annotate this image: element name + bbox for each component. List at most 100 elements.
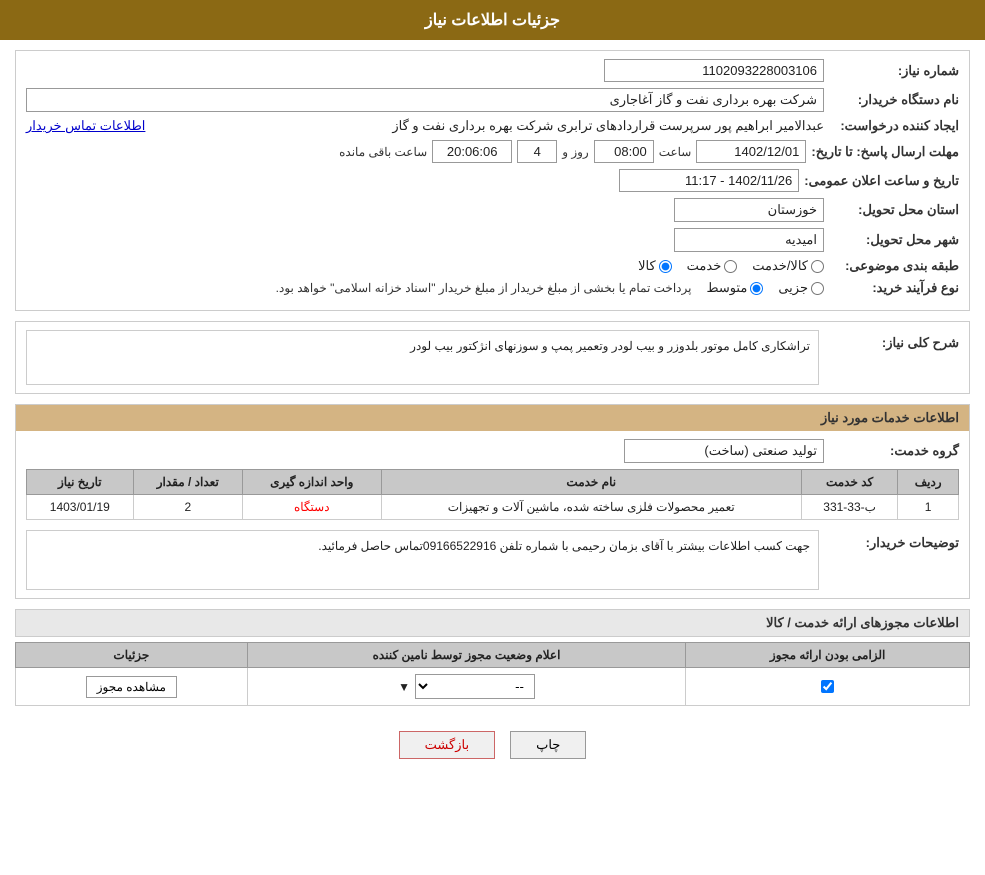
col-name: نام خدمت <box>381 470 801 495</box>
buyer-dept-label: نام دستگاه خریدار: <box>829 92 959 108</box>
page-title: جزئیات اطلاعات نیاز <box>425 12 560 29</box>
purchase-type-option-motevaset[interactable]: متوسط <box>706 280 763 296</box>
col-date: تاریخ نیاز <box>27 470 134 495</box>
requester-contact-link[interactable]: اطلاعات تماس خریدار <box>26 118 145 134</box>
city-row: شهر محل تحویل: امیدیه <box>26 228 959 252</box>
description-label: شرح کلی نیاز: <box>829 330 959 351</box>
col-unit: واحد اندازه گیری <box>242 470 381 495</box>
deadline-remaining-label: ساعت باقی مانده <box>339 145 427 159</box>
announcement-label: تاریخ و ساعت اعلان عمومی: <box>804 173 959 189</box>
row-code: ب-33-331 <box>801 495 897 520</box>
buyer-dept-row: نام دستگاه خریدار: شرکت بهره برداری نفت … <box>26 88 959 112</box>
permit-row: -- ▼ مشاهده مجوز <box>16 668 970 706</box>
requester-row: ایجاد کننده درخواست: عبدالامیر ابراهیم پ… <box>26 118 959 134</box>
category-option-kala-khedmat[interactable]: کالا/خدمت <box>752 258 824 274</box>
main-content: شماره نیاز: 1102093228003106 نام دستگاه … <box>0 40 985 789</box>
need-number-value: 1102093228003106 <box>604 59 824 82</box>
permit-required-cell <box>686 668 970 706</box>
service-group-label: گروه خدمت: <box>829 443 959 459</box>
footer-buttons: چاپ بازگشت <box>15 716 970 779</box>
services-table: ردیف کد خدمت نام خدمت واحد اندازه گیری ت… <box>26 469 959 520</box>
description-body: شرح کلی نیاز: تراشکاری کامل موتور بلدوزر… <box>16 322 969 393</box>
row-unit: دستگاه <box>242 495 381 520</box>
main-info-body: شماره نیاز: 1102093228003106 نام دستگاه … <box>16 51 969 310</box>
permit-status-select[interactable]: -- <box>415 674 535 699</box>
description-card: شرح کلی نیاز: تراشکاری کامل موتور بلدوزر… <box>15 321 970 394</box>
category-label-khedmat: خدمت <box>687 258 722 274</box>
announcement-row: تاریخ و ساعت اعلان عمومی: 1402/11/26 - 1… <box>26 169 959 192</box>
main-info-card: شماره نیاز: 1102093228003106 نام دستگاه … <box>15 50 970 311</box>
category-label-kala: کالا <box>638 258 656 274</box>
service-group-value: تولید صنعتی (ساخت) <box>624 439 824 463</box>
category-radio-khedmat[interactable] <box>724 260 737 273</box>
col-qty: تعداد / مقدار <box>133 470 242 495</box>
need-number-row: شماره نیاز: 1102093228003106 <box>26 59 959 82</box>
page-header: جزئیات اطلاعات نیاز <box>0 0 985 40</box>
permit-col-required: الزامی بودن ارائه مجوز <box>686 643 970 668</box>
category-label-kala-khedmat: کالا/خدمت <box>752 258 808 274</box>
notes-value: جهت کسب اطلاعات بیشتر با آقای بزمان رحیم… <box>26 530 819 590</box>
province-label: استان محل تحویل: <box>829 202 959 218</box>
announcement-value: 1402/11/26 - 11:17 <box>619 169 799 192</box>
purchase-type-radio-group: جزیی متوسط <box>706 280 824 296</box>
deadline-label: مهلت ارسال پاسخ: تا تاریخ: <box>811 144 959 160</box>
services-body: گروه خدمت: تولید صنعتی (ساخت) ردیف کد خد… <box>16 431 969 598</box>
notes-row: توضیحات خریدار: جهت کسب اطلاعات بیشتر با… <box>26 530 959 590</box>
purchase-type-label-motevaset: متوسط <box>706 280 747 296</box>
category-option-khedmat[interactable]: خدمت <box>687 258 738 274</box>
permit-col-details: جزئیات <box>16 643 248 668</box>
deadline-time: 08:00 <box>594 140 654 163</box>
row-qty: 2 <box>133 495 242 520</box>
deadline-days-label: روز و <box>562 145 589 159</box>
purchase-type-note: پرداخت تمام یا بخشی از مبلغ خریدار از مب… <box>276 281 692 295</box>
need-number-label: شماره نیاز: <box>829 63 959 79</box>
city-label: شهر محل تحویل: <box>829 232 959 248</box>
table-row: 1 ب-33-331 تعمیر محصولات فلزی ساخته شده،… <box>27 495 959 520</box>
permit-details-cell: مشاهده مجوز <box>16 668 248 706</box>
permits-section: الزامی بودن ارائه مجوز اعلام وضعیت مجوز … <box>15 642 970 706</box>
buyer-dept-value: شرکت بهره برداری نفت و گاز آغاجاری <box>26 88 824 112</box>
province-row: استان محل تحویل: خوزستان <box>26 198 959 222</box>
permit-dropdown-icon: ▼ <box>398 680 410 694</box>
description-value: تراشکاری کامل موتور بلدوزر و بیب لودر وت… <box>26 330 819 385</box>
print-button[interactable]: چاپ <box>510 731 586 759</box>
row-date: 1403/01/19 <box>27 495 134 520</box>
city-value: امیدیه <box>674 228 824 252</box>
category-radio-kala[interactable] <box>659 260 672 273</box>
permit-view-button[interactable]: مشاهده مجوز <box>86 676 177 698</box>
category-option-kala[interactable]: کالا <box>638 258 672 274</box>
category-radio-kala-khedmat[interactable] <box>811 260 824 273</box>
deadline-time-label: ساعت <box>659 145 692 159</box>
permit-required-checkbox-wrapper <box>694 680 961 693</box>
permits-table: الزامی بودن ارائه مجوز اعلام وضعیت مجوز … <box>15 642 970 706</box>
purchase-type-radio-jozii[interactable] <box>811 282 824 295</box>
services-header: اطلاعات خدمات مورد نیاز <box>16 405 969 431</box>
purchase-type-option-jozii[interactable]: جزیی <box>778 280 824 296</box>
category-label: طبقه بندی موضوعی: <box>829 258 959 274</box>
permit-status-inner: -- ▼ <box>256 674 678 699</box>
purchase-type-radio-motevaset[interactable] <box>750 282 763 295</box>
requester-label: ایجاد کننده درخواست: <box>829 118 959 134</box>
requester-value: عبدالامیر ابراهیم پور سرپرست قراردادهای … <box>155 118 824 134</box>
row-service-name: تعمیر محصولات فلزی ساخته شده، ماشین آلات… <box>381 495 801 520</box>
notes-label: توضیحات خریدار: <box>829 530 959 551</box>
purchase-type-row: نوع فرآیند خرید: جزیی متوسط پرداخت تمام … <box>26 280 959 296</box>
deadline-remaining: 20:06:06 <box>432 140 512 163</box>
col-code: کد خدمت <box>801 470 897 495</box>
permit-col-status: اعلام وضعیت مجوز توسط نامین کننده <box>247 643 686 668</box>
category-row: طبقه بندی موضوعی: کالا/خدمت خدمت کالا <box>26 258 959 274</box>
province-value: خوزستان <box>674 198 824 222</box>
page-wrapper: جزئیات اطلاعات نیاز شماره نیاز: 11020932… <box>0 0 985 875</box>
permit-status-cell: -- ▼ <box>247 668 686 706</box>
permits-title-bar: اطلاعات مجوزهای ارائه خدمت / کالا <box>15 609 970 637</box>
col-row-num: ردیف <box>898 470 959 495</box>
deadline-days: 4 <box>517 140 557 163</box>
purchase-type-label: نوع فرآیند خرید: <box>829 280 959 296</box>
deadline-row: مهلت ارسال پاسخ: تا تاریخ: 1402/12/01 سا… <box>26 140 959 163</box>
service-group-row: گروه خدمت: تولید صنعتی (ساخت) <box>26 439 959 463</box>
category-radio-group: کالا/خدمت خدمت کالا <box>638 258 824 274</box>
permit-required-checkbox[interactable] <box>821 680 834 693</box>
deadline-date: 1402/12/01 <box>696 140 806 163</box>
purchase-type-label-jozii: جزیی <box>778 280 808 296</box>
back-button[interactable]: بازگشت <box>399 731 495 759</box>
